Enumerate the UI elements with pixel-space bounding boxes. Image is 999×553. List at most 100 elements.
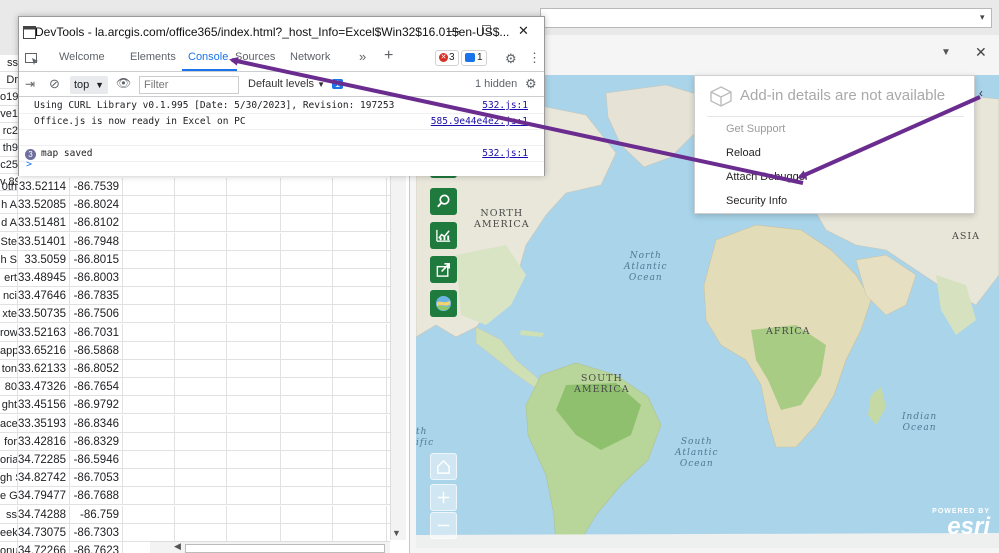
empty-cell[interactable]: [281, 469, 333, 488]
search-tool-button[interactable]: [430, 188, 457, 215]
empty-cell[interactable]: [175, 469, 227, 488]
empty-cell[interactable]: [281, 378, 333, 397]
table-row[interactable]: xte 33.50735 -86.7506: [0, 305, 390, 324]
empty-cell[interactable]: [335, 396, 387, 415]
maximize-icon[interactable]: ☐: [481, 23, 492, 37]
cell-name[interactable]: onu: [0, 542, 18, 553]
cell-latitude[interactable]: 33.65216: [18, 341, 70, 360]
empty-cell[interactable]: [175, 487, 227, 506]
empty-cell[interactable]: [229, 269, 281, 287]
table-row[interactable]: oria 34.72285 -86.5946: [0, 451, 390, 469]
cell-name[interactable]: ght: [0, 396, 18, 415]
empty-cell[interactable]: [281, 505, 333, 524]
scroll-left-icon[interactable]: ◀: [174, 541, 181, 552]
empty-cell[interactable]: [123, 396, 175, 415]
cell-longitude[interactable]: -86.759: [70, 505, 123, 524]
cell-name[interactable]: app: [0, 341, 18, 360]
empty-cell[interactable]: [229, 196, 281, 215]
settings-gear-icon[interactable]: ⚙: [505, 51, 517, 67]
empty-cell[interactable]: [335, 505, 387, 524]
empty-cell[interactable]: [229, 287, 281, 306]
empty-cell[interactable]: [335, 287, 387, 306]
empty-cell[interactable]: [229, 232, 281, 251]
cell-latitude[interactable]: 34.82742: [18, 469, 70, 488]
empty-cell[interactable]: [281, 487, 333, 506]
table-row[interactable]: ght 33.45156 -86.9792: [0, 396, 390, 415]
cell-longitude[interactable]: -86.8102: [70, 214, 123, 233]
cell-latitude[interactable]: 33.62133: [18, 360, 70, 378]
empty-cell[interactable]: [123, 378, 175, 397]
empty-cell[interactable]: [281, 360, 333, 378]
cell-longitude[interactable]: -86.8052: [70, 360, 123, 378]
cell-longitude[interactable]: -86.7654: [70, 378, 123, 397]
cell-latitude[interactable]: 33.52114: [18, 178, 70, 196]
cell-latitude[interactable]: 33.51401: [18, 232, 70, 251]
empty-cell[interactable]: [335, 378, 387, 397]
cell-longitude[interactable]: -86.7688: [70, 487, 123, 506]
empty-cell[interactable]: [229, 323, 281, 342]
table-row[interactable]: for 33.42816 -86.8329: [0, 432, 390, 451]
cell-name[interactable]: xte: [0, 305, 18, 324]
cell-longitude[interactable]: -86.7539: [70, 178, 123, 196]
empty-cell[interactable]: [335, 250, 387, 269]
close-window-icon[interactable]: ✕: [518, 23, 529, 39]
empty-cell[interactable]: [123, 250, 175, 269]
cell-latitude[interactable]: 34.72285: [18, 451, 70, 469]
empty-cell[interactable]: [175, 414, 227, 433]
empty-cell[interactable]: [123, 178, 175, 196]
cell-name[interactable]: h A: [0, 196, 18, 215]
cell-longitude[interactable]: -86.7948: [70, 232, 123, 251]
table-row[interactable]: ace 33.35193 -86.8346: [0, 414, 390, 433]
cell-longitude[interactable]: -86.7053: [70, 469, 123, 488]
empty-cell[interactable]: [335, 341, 387, 360]
empty-cell[interactable]: [123, 269, 175, 287]
partial-cell[interactable]: o19: [0, 89, 18, 106]
empty-cell[interactable]: [175, 214, 227, 233]
console-prompt[interactable]: >: [26, 159, 32, 170]
empty-cell[interactable]: [123, 232, 175, 251]
empty-cell[interactable]: [175, 432, 227, 451]
empty-cell[interactable]: [123, 341, 175, 360]
empty-cell[interactable]: [335, 323, 387, 342]
empty-cell[interactable]: [123, 469, 175, 488]
empty-cell[interactable]: [335, 214, 387, 233]
cell-latitude[interactable]: 33.48945: [18, 269, 70, 287]
empty-cell[interactable]: [123, 214, 175, 233]
empty-cell[interactable]: [175, 323, 227, 342]
console-settings-gear-icon[interactable]: ⚙: [525, 76, 537, 92]
empty-cell[interactable]: [281, 232, 333, 251]
cell-longitude[interactable]: -86.5946: [70, 451, 123, 469]
empty-cell[interactable]: [281, 214, 333, 233]
table-row[interactable]: gh S34.82742-86.7053: [0, 469, 390, 488]
cell-name[interactable]: d A: [0, 214, 18, 233]
cell-name[interactable]: nci: [0, 287, 18, 306]
empty-cell[interactable]: [335, 196, 387, 215]
table-row[interactable]: Ste 33.51401 -86.7948: [0, 232, 390, 251]
empty-cell[interactable]: [281, 196, 333, 215]
execution-context-select[interactable]: top ▼: [70, 76, 108, 94]
table-row[interactable]: h A 33.52085 -86.8024: [0, 196, 390, 215]
empty-cell[interactable]: [335, 414, 387, 433]
more-options-icon[interactable]: ⋮: [528, 50, 541, 66]
cell-latitude[interactable]: 33.52085: [18, 196, 70, 215]
menu-item-attach-debugger[interactable]: Attach Debugger: [726, 171, 809, 183]
empty-cell[interactable]: [123, 523, 175, 542]
tab-elements[interactable]: Elements: [130, 51, 176, 63]
empty-cell[interactable]: [123, 505, 175, 524]
tab-sources[interactable]: Sources: [235, 51, 275, 63]
empty-cell[interactable]: [281, 287, 333, 306]
empty-cell[interactable]: [175, 523, 227, 542]
live-expression-eye-icon[interactable]: 👁: [116, 76, 131, 90]
cell-longitude[interactable]: -86.8015: [70, 250, 123, 269]
cell-latitude[interactable]: 33.35193: [18, 414, 70, 433]
empty-cell[interactable]: [229, 432, 281, 451]
devtools-titlebar[interactable]: DevTools - la.arcgis.com/office365/index…: [19, 17, 544, 47]
message-count-badge[interactable]: 1: [461, 50, 487, 66]
basemap-tool-button[interactable]: [430, 290, 457, 317]
empty-cell[interactable]: [123, 305, 175, 324]
empty-cell[interactable]: [175, 196, 227, 215]
console-filter-input[interactable]: [139, 76, 239, 94]
cell-latitude[interactable]: 33.47646: [18, 287, 70, 306]
partial-cell[interactable]: c25: [0, 157, 18, 174]
empty-cell[interactable]: [229, 451, 281, 469]
